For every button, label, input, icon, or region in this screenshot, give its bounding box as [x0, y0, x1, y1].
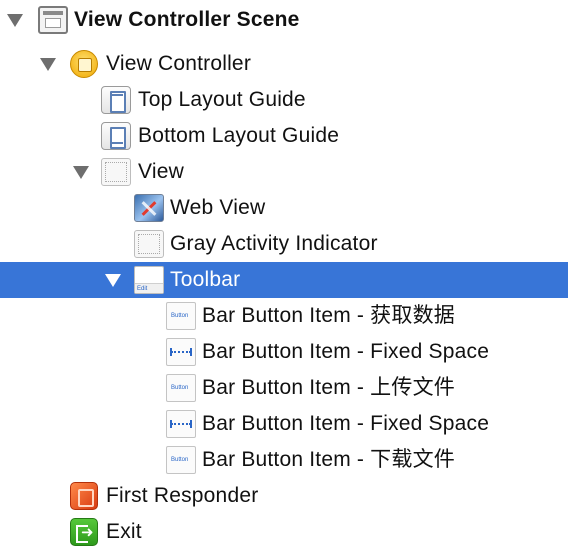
outline-row-gray-activity-indicator[interactable]: Gray Activity Indicator [0, 226, 568, 262]
toolbar-icon [134, 266, 164, 294]
outline-item-label: Bar Button Item - Fixed Space [202, 340, 490, 363]
outline-item-label: Exit [106, 520, 142, 543]
outline-row-view-controller[interactable]: View Controller [0, 46, 568, 82]
bottom-layout-guide-icon [101, 122, 131, 150]
fixed-space-icon [166, 410, 196, 438]
outline-item-label: Bar Button Item - 获取数据 [202, 304, 455, 327]
outline-item-label: Bar Button Item - Fixed Space [202, 412, 490, 435]
outline-row-web-view[interactable]: Web View [0, 190, 568, 226]
web-view-icon [134, 194, 164, 222]
outline-row-fixed-space[interactable]: Bar Button Item - Fixed Space [0, 406, 568, 442]
outline-item-label: Top Layout Guide [138, 88, 306, 111]
outline-row-fixed-space[interactable]: Bar Button Item - Fixed Space [0, 334, 568, 370]
outline-row-toolbar[interactable]: Toolbar [0, 262, 568, 298]
outline-row-bar-button-item[interactable]: Bar Button Item - 获取数据 [0, 298, 568, 334]
bar-button-item-icon [166, 302, 196, 330]
outline-item-label: Bottom Layout Guide [138, 124, 340, 147]
outline-item-label: View [138, 160, 184, 183]
outline-row-bottom-layout-guide[interactable]: Bottom Layout Guide [0, 118, 568, 154]
outline-row-bar-button-item[interactable]: Bar Button Item - 上传文件 [0, 370, 568, 406]
outline-row-first-responder[interactable]: First Responder [0, 478, 568, 514]
outline-item-label: First Responder [106, 484, 259, 507]
first-responder-icon [70, 482, 98, 510]
fixed-space-icon [166, 338, 196, 366]
outline-item-label: Gray Activity Indicator [170, 232, 378, 255]
outline-item-label: Toolbar [170, 268, 241, 291]
outline-item-label: Bar Button Item - 上传文件 [202, 376, 455, 399]
top-layout-guide-icon [101, 86, 131, 114]
view-controller-icon [70, 50, 98, 78]
exit-icon [70, 518, 98, 546]
outline-row-exit[interactable]: Exit [0, 514, 568, 550]
view-icon [101, 158, 131, 186]
disclosure-triangle-icon[interactable] [7, 14, 23, 27]
document-outline: View Controller Scene View Controller To… [0, 0, 568, 556]
outline-item-label: View Controller Scene [74, 8, 300, 31]
bar-button-item-icon [166, 374, 196, 402]
bar-button-item-icon [166, 446, 196, 474]
outline-row-view[interactable]: View [0, 154, 568, 190]
disclosure-triangle-icon[interactable] [40, 58, 56, 71]
outline-row-top-layout-guide[interactable]: Top Layout Guide [0, 82, 568, 118]
outline-row-bar-button-item[interactable]: Bar Button Item - 下载文件 [0, 442, 568, 478]
outline-item-label: Web View [170, 196, 266, 219]
outline-row-view-controller-scene[interactable]: View Controller Scene [0, 2, 568, 38]
outline-item-label: View Controller [106, 52, 252, 75]
disclosure-triangle-icon[interactable] [105, 274, 121, 287]
activity-indicator-icon [134, 230, 164, 258]
disclosure-triangle-icon[interactable] [73, 166, 89, 179]
scene-icon [38, 6, 68, 34]
outline-item-label: Bar Button Item - 下载文件 [202, 448, 455, 471]
